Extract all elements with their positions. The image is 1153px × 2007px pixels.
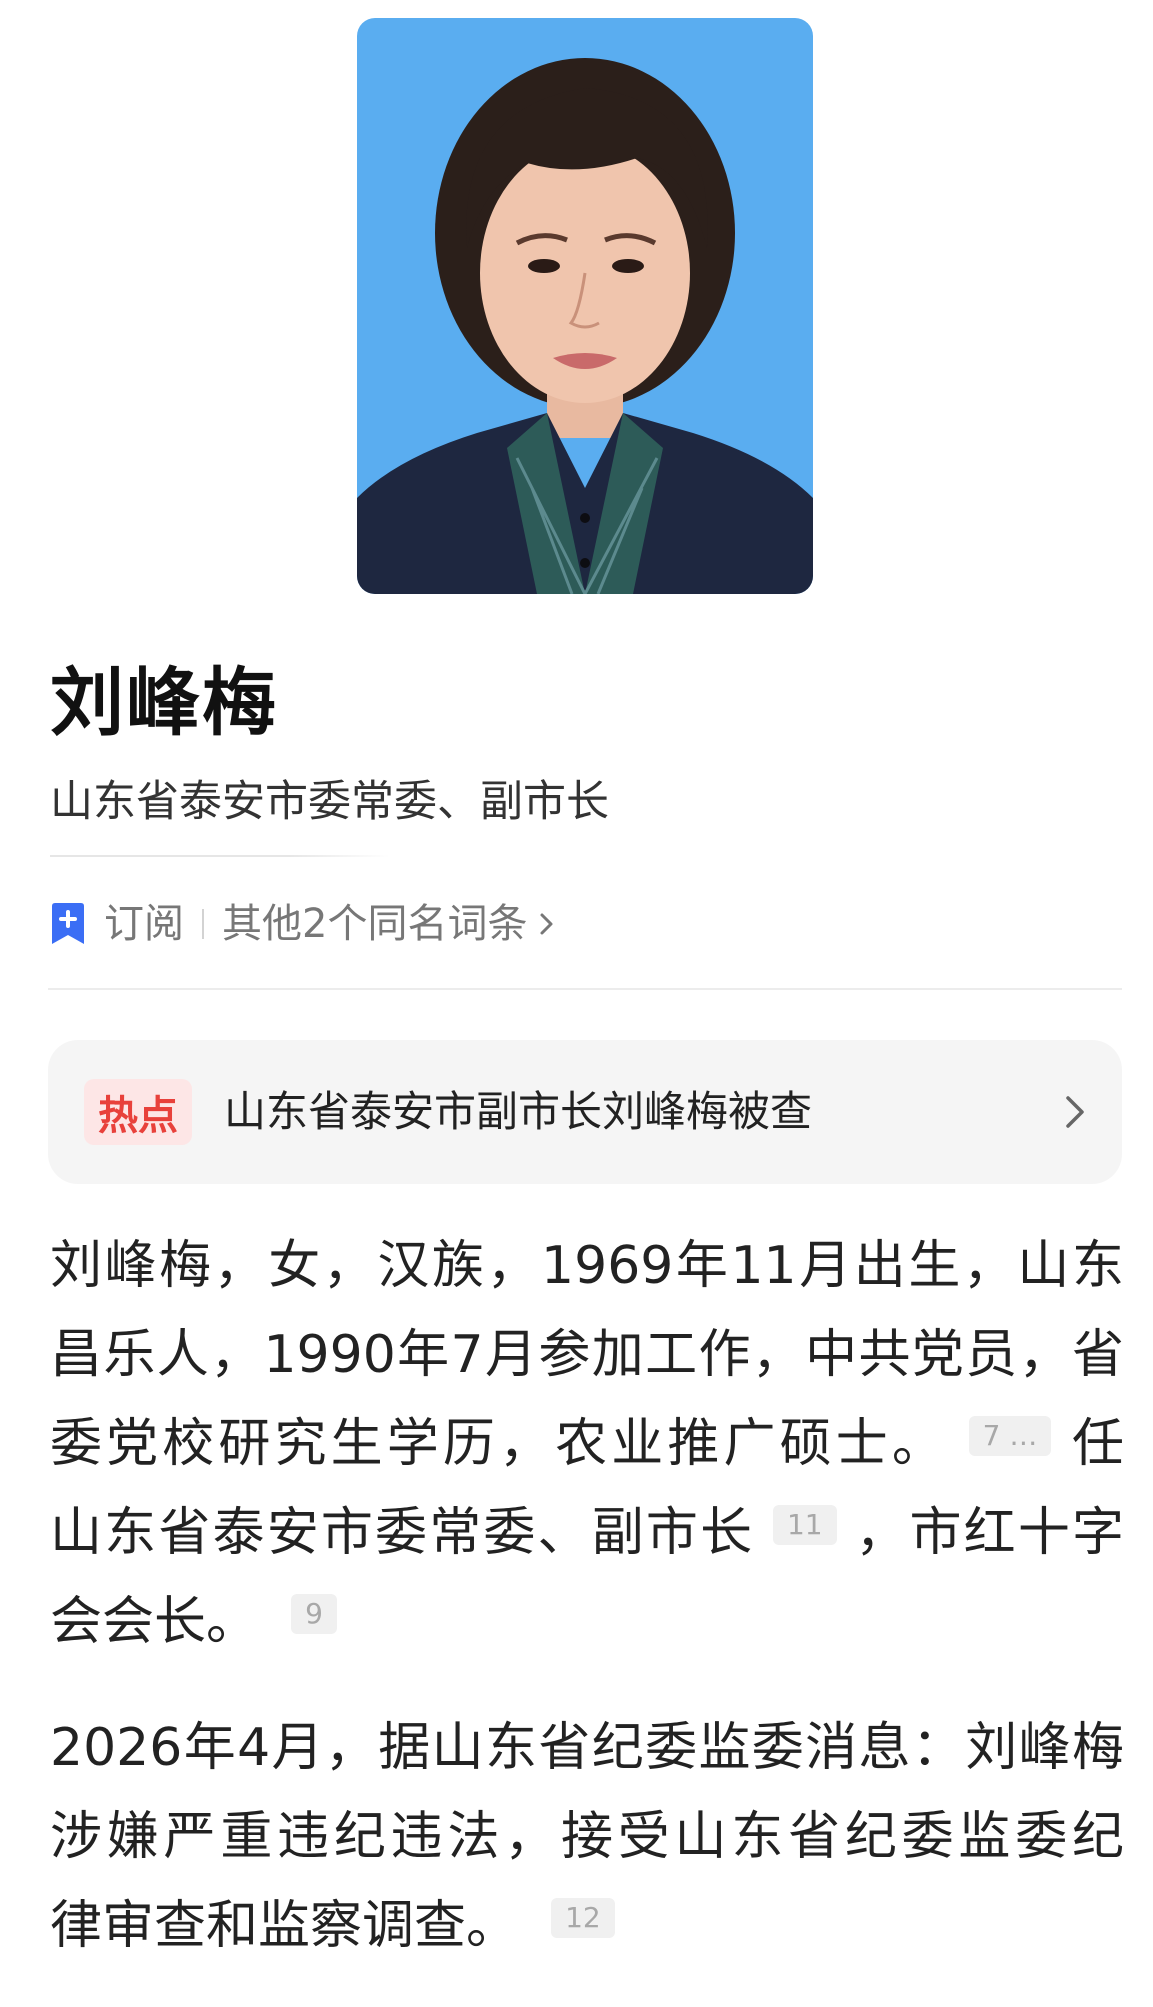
paragraph-line: 会会长。 9	[50, 1578, 1124, 1667]
news-paragraph: 2026年4月，据山东省纪委监委消息：刘峰梅 涉嫌严重违纪违法，接受山东省纪委监…	[50, 1704, 1124, 1971]
citation-badge[interactable]: 7 …	[968, 1416, 1052, 1456]
hot-news-card[interactable]: 热点 山东省泰安市副市长刘峰梅被查	[48, 1040, 1122, 1184]
paragraph-line: 涉嫌严重违纪违法，接受山东省纪委监委纪	[50, 1807, 1124, 1867]
paragraph-line: 委党校研究生学历，农业推广硕士。 7 … 任	[50, 1400, 1124, 1489]
portrait-photo[interactable]	[357, 18, 813, 594]
section-divider	[48, 988, 1122, 990]
portrait-image	[357, 18, 813, 594]
entry-title: 刘峰梅	[50, 660, 278, 746]
entry-subtitle: 山东省泰安市委常委、副市长	[50, 777, 609, 827]
paragraph-text: 山东省泰安市委常委、副市长	[50, 1503, 755, 1563]
hot-badge: 热点	[84, 1079, 192, 1145]
citation-badge[interactable]: 11	[772, 1505, 837, 1545]
paragraph-line: 律审查和监察调查。 12	[50, 1882, 1124, 1971]
entry-actions: 订阅 其他2个同名词条	[50, 896, 557, 952]
paragraph-line: 昌乐人，1990年7月参加工作，中共党员，省	[50, 1325, 1124, 1385]
paragraph-text: ，市红十字	[855, 1503, 1124, 1563]
intro-paragraph: 刘峰梅，女，汉族，1969年11月出生，山东 昌乐人，1990年7月参加工作，中…	[50, 1222, 1124, 1667]
subscribe-button[interactable]: 订阅	[104, 896, 184, 952]
chevron-right-icon	[1066, 1096, 1084, 1128]
paragraph-text: 任	[1071, 1414, 1124, 1474]
chevron-right-icon	[540, 913, 553, 935]
hot-news-title: 山东省泰安市副市长刘峰梅被查	[224, 1087, 813, 1136]
subscribe-bookmark-icon[interactable]	[50, 903, 86, 945]
citation-badge[interactable]: 12	[551, 1898, 615, 1938]
action-separator	[202, 909, 204, 939]
citation-badge[interactable]: 9	[291, 1594, 337, 1634]
paragraph-line: 2026年4月，据山东省纪委监委消息：刘峰梅	[50, 1718, 1124, 1778]
paragraph-text: 委党校研究生学历，农业推广硕士。	[50, 1414, 948, 1474]
paragraph-text: 会会长。	[50, 1592, 259, 1652]
paragraph-line: 刘峰梅，女，汉族，1969年11月出生，山东	[50, 1236, 1124, 1296]
paragraph-line: 山东省泰安市委常委、副市长 11 ，市红十字	[50, 1489, 1124, 1578]
paragraph-text: 律审查和监察调查。	[50, 1896, 519, 1956]
other-entries-link[interactable]: 其他2个同名词条	[222, 896, 527, 952]
title-divider	[50, 855, 390, 857]
baike-entry-page: 刘峰梅 山东省泰安市委常委、副市长 订阅 其他2个同名词条 热点 山东省泰安市副…	[0, 0, 1153, 2007]
